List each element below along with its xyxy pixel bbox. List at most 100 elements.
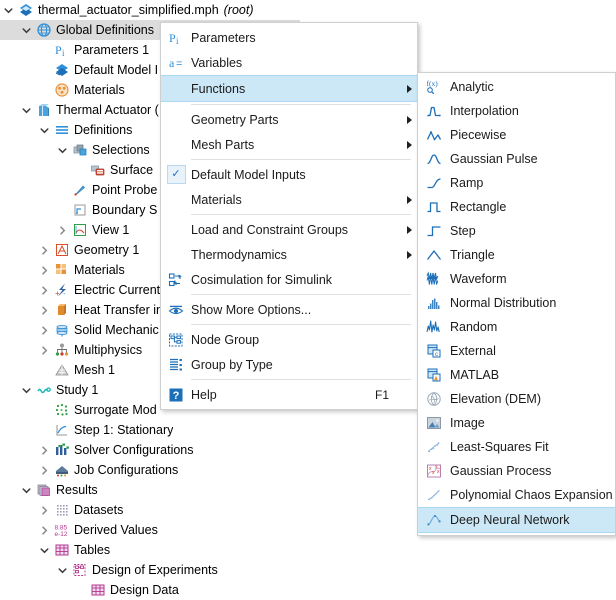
- menu-item-polynomial-chaos-expansion[interactable]: Polynomial Chaos Expansion: [418, 483, 615, 507]
- tree-item-label: Thermal Actuator (: [56, 103, 159, 117]
- tree-item-derived-values[interactable]: 8.85 e-12 Derived Values: [0, 520, 300, 540]
- menu-separator: [191, 294, 411, 295]
- menu-item-gaussian-pulse[interactable]: Gaussian Pulse: [418, 147, 615, 171]
- chevron-right-icon[interactable]: [40, 245, 53, 255]
- chevron-right-icon[interactable]: [40, 285, 53, 295]
- design-data-icon: [89, 582, 106, 599]
- menu-item-cosimulation-for-simulink[interactable]: Cosimulation for Simulink: [161, 267, 417, 292]
- menu-item-analytic[interactable]: f(x) Analytic: [418, 75, 615, 99]
- tree-item-datasets[interactable]: Datasets: [0, 500, 300, 520]
- tree-item-label: Materials: [74, 83, 125, 97]
- elevation-dem-icon: [418, 391, 450, 407]
- menu-item-functions[interactable]: Functions: [161, 75, 417, 102]
- chevron-right-icon[interactable]: [40, 445, 53, 455]
- global-definitions-context-menu[interactable]: Pi Parameters a = Variables Functions Geometry…: [160, 22, 418, 410]
- menu-item-label: Thermodynamics: [191, 247, 287, 262]
- menu-item-random[interactable]: Random: [418, 315, 615, 339]
- electric-currents-icon: + -: [53, 282, 70, 299]
- chevron-down-icon[interactable]: [58, 146, 71, 155]
- menu-item-step[interactable]: Step: [418, 219, 615, 243]
- menu-item-ramp[interactable]: Ramp: [418, 171, 615, 195]
- menu-item-least-squares-fit[interactable]: Least-Squares Fit: [418, 435, 615, 459]
- chevron-right-icon[interactable]: [40, 505, 53, 515]
- menu-item-label: Gaussian Process: [450, 464, 552, 478]
- piecewise-icon: [418, 127, 450, 143]
- menu-item-rectangle[interactable]: Rectangle: [418, 195, 615, 219]
- menu-separator: [191, 379, 411, 380]
- tree-item-label: View 1: [92, 223, 130, 237]
- tree-item-design-of-experiments[interactable]: Design of Experiments: [0, 560, 300, 580]
- menu-item-thermodynamics[interactable]: Thermodynamics: [161, 242, 417, 267]
- chevron-down-icon[interactable]: [40, 126, 53, 135]
- chevron-down-icon[interactable]: [58, 566, 71, 575]
- tree-item-thermal-actuator-simplified-mph[interactable]: thermal_actuator_simplified.mph (root): [0, 0, 300, 20]
- chevron-right-icon[interactable]: [40, 325, 53, 335]
- waveform-icon: [418, 271, 450, 287]
- menu-separator: [191, 324, 411, 325]
- menu-item-node-group[interactable]: Node Group: [161, 327, 417, 352]
- solver-configurations-icon: [53, 442, 70, 459]
- rectangle-icon: [418, 199, 450, 215]
- chevron-right-icon[interactable]: [40, 525, 53, 535]
- menu-item-materials[interactable]: Materials: [161, 187, 417, 212]
- menu-item-external[interactable]: c External: [418, 339, 615, 363]
- svg-text:c: c: [435, 352, 438, 358]
- menu-item-default-model-inputs[interactable]: ✓ Default Model Inputs: [161, 162, 417, 187]
- chevron-down-icon[interactable]: [22, 106, 35, 115]
- svg-text:x: x: [437, 469, 440, 475]
- chevron-down-icon[interactable]: [22, 486, 35, 495]
- menu-item-piecewise[interactable]: Piecewise: [418, 123, 615, 147]
- svg-text:i: i: [62, 48, 65, 58]
- matlab-icon: [418, 367, 450, 383]
- tree-item-design-data[interactable]: Design Data: [0, 580, 300, 600]
- menu-item-variables[interactable]: a = Variables: [161, 50, 417, 75]
- chevron-down-icon[interactable]: [22, 386, 35, 395]
- deep-neural-network-icon: [418, 512, 450, 528]
- chevron-right-icon[interactable]: [58, 225, 71, 235]
- tree-item-job-configurations[interactable]: Job Configurations: [0, 460, 300, 480]
- tree-item-tables[interactable]: Tables: [0, 540, 300, 560]
- menu-item-label: Step: [450, 224, 476, 238]
- definitions-icon: [53, 122, 70, 139]
- menu-item-normal-distribution[interactable]: Normal Distribution: [418, 291, 615, 315]
- menu-item-interpolation[interactable]: Interpolation: [418, 99, 615, 123]
- menu-item-show-more-options[interactable]: Show More Options...: [161, 297, 417, 322]
- chevron-right-icon[interactable]: [40, 345, 53, 355]
- tree-item-solver-configurations[interactable]: Solver Configurations: [0, 440, 300, 460]
- menu-item-mesh-parts[interactable]: Mesh Parts: [161, 132, 417, 157]
- chevron-down-icon[interactable]: [40, 546, 53, 555]
- tree-item-label: Job Configurations: [74, 463, 179, 477]
- menu-item-geometry-parts[interactable]: Geometry Parts: [161, 107, 417, 132]
- variables-icon: a =: [161, 55, 191, 71]
- menu-item-deep-neural-network[interactable]: Deep Neural Network: [418, 507, 615, 533]
- chevron-right-icon[interactable]: [40, 265, 53, 275]
- tree-item-step-1-stationary[interactable]: Step 1: Stationary: [0, 420, 300, 440]
- menu-item-help[interactable]: ? Help F1: [161, 382, 417, 407]
- normal-distribution-icon: [418, 295, 450, 311]
- materials-global-icon: [53, 82, 70, 99]
- menu-item-elevation-dem[interactable]: Elevation (DEM): [418, 387, 615, 411]
- chevron-down-icon[interactable]: [22, 26, 35, 35]
- submenu-arrow-icon: [401, 225, 417, 234]
- functions-submenu[interactable]: f(x) Analytic Interpolation Piecewise Gaussi…: [417, 72, 616, 536]
- menu-item-waveform[interactable]: Waveform: [418, 267, 615, 291]
- chevron-right-icon[interactable]: [40, 465, 53, 475]
- menu-item-matlab[interactable]: MATLAB: [418, 363, 615, 387]
- image-icon: [418, 415, 450, 431]
- menu-item-load-and-constraint-groups[interactable]: Load and Constraint Groups: [161, 217, 417, 242]
- menu-item-triangle[interactable]: Triangle: [418, 243, 615, 267]
- materials-icon: [53, 262, 70, 279]
- menu-item-label: Help: [191, 387, 217, 402]
- tree-item-results[interactable]: Results: [0, 480, 300, 500]
- menu-item-parameters[interactable]: Pi Parameters: [161, 25, 417, 50]
- menu-item-image[interactable]: Image: [418, 411, 615, 435]
- cosimulation-icon: [161, 272, 191, 288]
- menu-item-label: Analytic: [450, 80, 494, 94]
- random-icon: [418, 319, 450, 335]
- tree-item-label: Study 1: [56, 383, 99, 397]
- menu-item-gaussian-process[interactable]: x x x x Gaussian Process: [418, 459, 615, 483]
- menu-separator: [191, 214, 411, 215]
- menu-item-group-by-type[interactable]: Group by Type: [161, 352, 417, 377]
- chevron-down-icon[interactable]: [4, 6, 17, 15]
- chevron-right-icon[interactable]: [40, 305, 53, 315]
